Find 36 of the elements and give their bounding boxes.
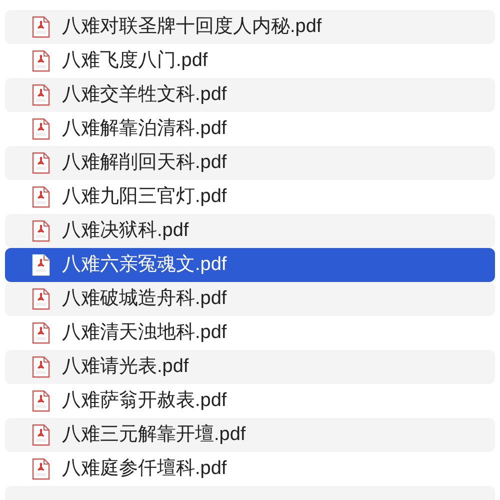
file-name: 八难九阳三官灯.pdf xyxy=(62,184,227,209)
file-name: 八难破城造舟科.pdf xyxy=(62,286,227,311)
file-row[interactable]: 八难对联圣牌十回度人内秘.pdf xyxy=(5,10,495,44)
file-name: 八难六亲冤魂文.pdf xyxy=(62,252,227,277)
pdf-file-icon xyxy=(32,118,50,140)
file-row[interactable]: 八难交羊牲文科.pdf xyxy=(5,78,495,112)
pdf-file-icon xyxy=(32,220,50,242)
file-name: 八难请光表.pdf xyxy=(62,354,189,379)
file-name: 八难清天浊地科.pdf xyxy=(62,320,227,345)
file-name: 八难解削回天科.pdf xyxy=(62,150,227,175)
pdf-file-icon xyxy=(32,424,50,446)
pdf-file-icon xyxy=(32,16,50,38)
file-name: 八难飞度八门.pdf xyxy=(62,48,208,73)
file-name: 八难萨翁开赦表.pdf xyxy=(62,388,227,413)
pdf-file-icon xyxy=(32,186,50,208)
file-row[interactable]: 八难三元解靠开壇.pdf xyxy=(5,418,495,452)
pdf-file-icon xyxy=(32,152,50,174)
file-row[interactable]: 八难请光表.pdf xyxy=(5,350,495,384)
file-row[interactable]: 八难六亲冤魂文.pdf xyxy=(5,248,495,282)
file-name: 八难三元解靠开壇.pdf xyxy=(62,422,246,447)
file-row[interactable]: 八难解削回天科.pdf xyxy=(5,146,495,180)
file-name: 八难解靠泊清科.pdf xyxy=(62,116,227,141)
file-name: 八难决狱科.pdf xyxy=(62,218,189,243)
pdf-file-icon xyxy=(32,288,50,310)
pdf-file-icon xyxy=(32,322,50,344)
pdf-file-icon xyxy=(32,50,50,72)
file-row[interactable]: 八难破城造舟科.pdf xyxy=(5,282,495,316)
file-name: 八难对联圣牌十回度人内秘.pdf xyxy=(62,14,322,39)
pdf-file-icon xyxy=(32,84,50,106)
file-name: 八难交羊牲文科.pdf xyxy=(62,82,227,107)
file-row[interactable]: 八难决狱科.pdf xyxy=(5,214,495,248)
pdf-file-icon xyxy=(32,458,50,480)
pdf-file-icon xyxy=(32,390,50,412)
pdf-file-icon xyxy=(32,356,50,378)
pdf-file-icon xyxy=(32,254,50,276)
file-name: 八难庭参仟壇科.pdf xyxy=(62,456,227,481)
